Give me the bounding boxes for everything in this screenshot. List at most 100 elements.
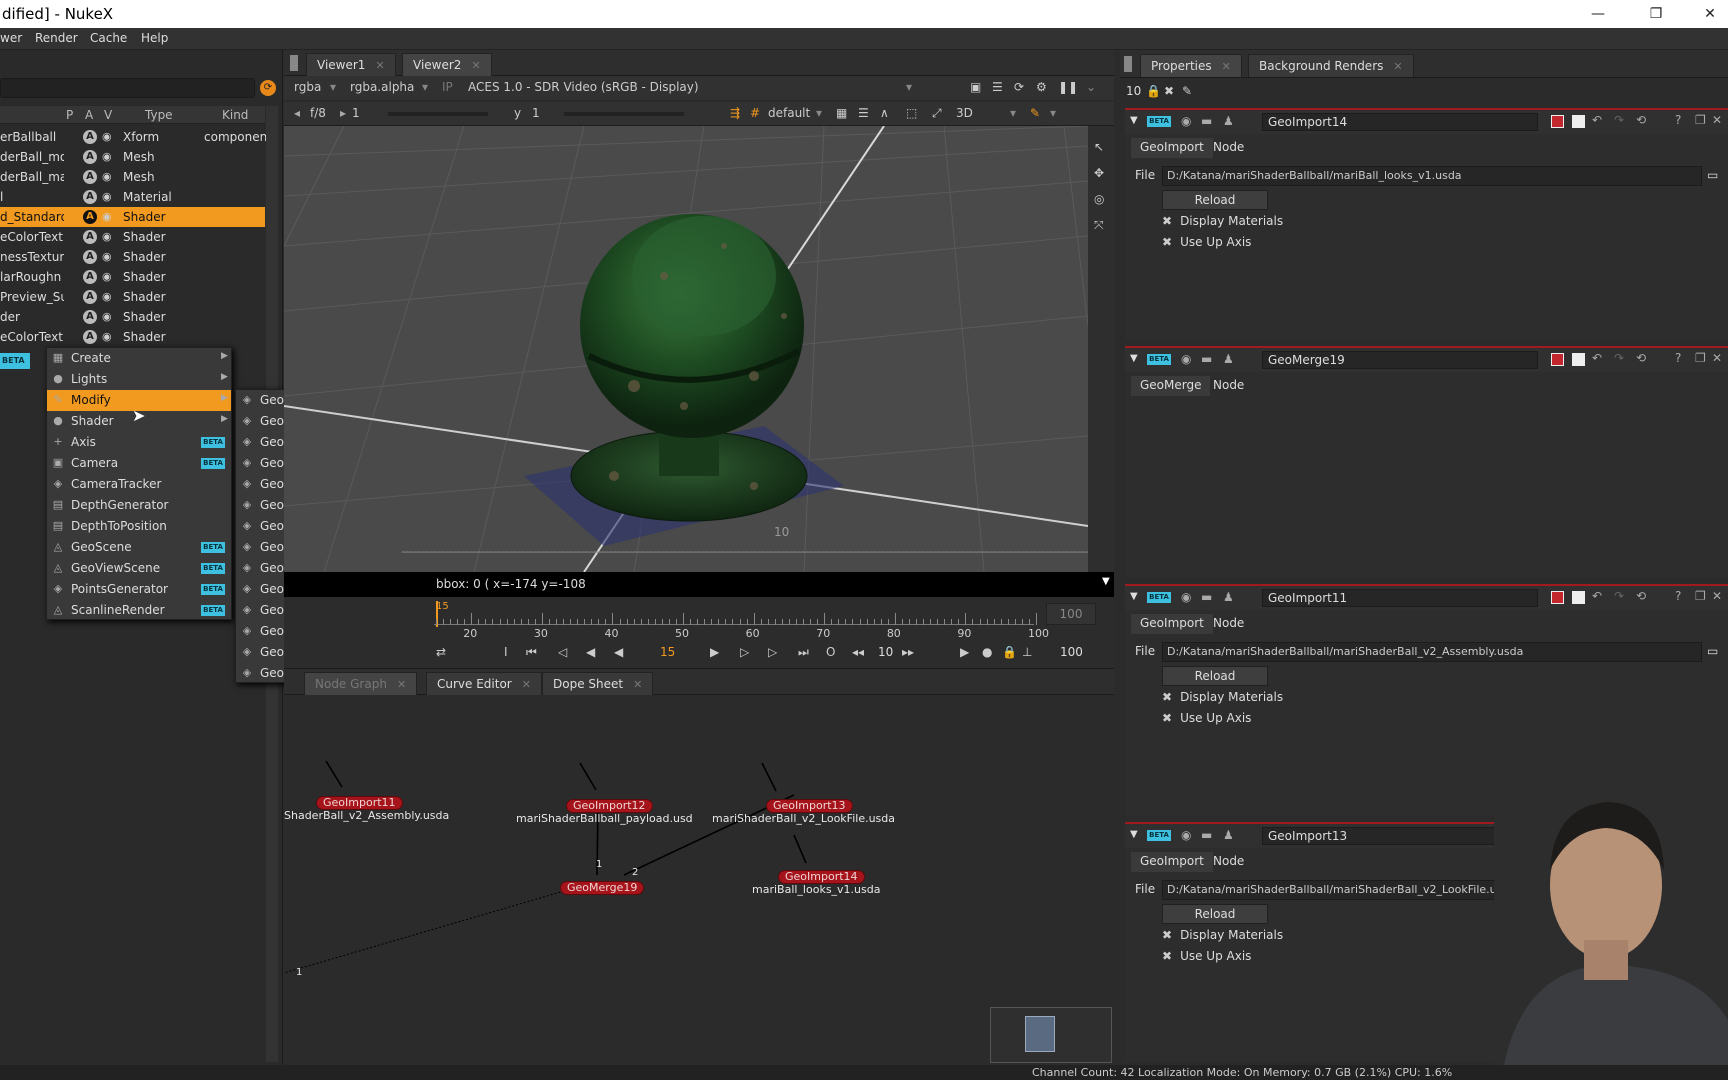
panel-tab-main[interactable]: GeoMerge bbox=[1131, 376, 1211, 396]
visibility-eye-icon[interactable]: ◉ bbox=[102, 290, 118, 304]
out-point-field[interactable]: 100 bbox=[1060, 645, 1083, 659]
context-menu-item-depthtoposition[interactable]: ▤ DepthToPosition bbox=[47, 516, 231, 537]
ip-toggle[interactable]: IP bbox=[442, 80, 453, 94]
step-field[interactable]: 10 bbox=[878, 645, 893, 659]
col-a[interactable]: A bbox=[85, 108, 93, 122]
settings-icon[interactable]: ⚙ bbox=[1036, 80, 1047, 94]
menu-cache[interactable]: Cache bbox=[90, 31, 127, 45]
close-panel-icon[interactable]: ✕ bbox=[1712, 113, 1722, 127]
clear-panels-icon[interactable]: ✖ bbox=[1164, 84, 1174, 98]
gamma-value[interactable]: 1 bbox=[532, 106, 540, 120]
redo-icon[interactable]: ↷ bbox=[1614, 113, 1624, 127]
visibility-eye-icon[interactable]: ◉ bbox=[102, 310, 118, 324]
col-type[interactable]: Type bbox=[145, 108, 173, 122]
tab-node-graph[interactable]: Node Graph ✕ bbox=[304, 672, 418, 695]
scene-search-input[interactable] bbox=[0, 78, 255, 98]
layers-icon[interactable]: ☰ bbox=[858, 106, 869, 120]
view-mode-select[interactable]: 3D bbox=[956, 106, 973, 120]
menu-help[interactable]: Help bbox=[141, 31, 168, 45]
visibility-eye-icon[interactable]: ◉ bbox=[102, 330, 118, 344]
tab-viewer1[interactable]: Viewer1 ✕ bbox=[306, 53, 396, 76]
node-name-field[interactable]: GeoImport14 bbox=[1262, 113, 1538, 131]
float-icon[interactable]: ❐ bbox=[1695, 589, 1706, 603]
panel-tab-main[interactable]: GeoImport bbox=[1131, 852, 1213, 872]
step-forward-icon[interactable]: ▷ bbox=[740, 645, 749, 659]
tab-properties[interactable]: Properties ✕ bbox=[1140, 54, 1242, 77]
camera-icon[interactable]: ▦ bbox=[836, 106, 847, 120]
disable-node-icon[interactable]: ◉ bbox=[1181, 352, 1191, 366]
node-color-icon[interactable]: ♟ bbox=[1223, 352, 1234, 366]
viewer-icon[interactable]: ▬ bbox=[1201, 590, 1212, 604]
node-name-field[interactable]: GeoMerge19 bbox=[1262, 351, 1538, 369]
panel-tab-node[interactable]: Node bbox=[1204, 614, 1253, 634]
viewer-icon[interactable]: ▬ bbox=[1201, 828, 1212, 842]
close-panel-icon[interactable]: ✕ bbox=[1712, 351, 1722, 365]
refresh-icon[interactable]: ⟳ bbox=[1014, 80, 1024, 94]
file-path-input[interactable]: D:/Katana/mariShaderBallball/mariBall_lo… bbox=[1162, 166, 1702, 186]
goto-start-icon[interactable]: ⏮ bbox=[526, 645, 537, 660]
gamma-slider[interactable] bbox=[564, 112, 684, 116]
col-p[interactable]: P bbox=[66, 108, 73, 122]
tile-color-button[interactable] bbox=[1551, 591, 1564, 604]
display-materials-checkbox[interactable]: ✖ Display Materials bbox=[1162, 928, 1283, 942]
node-color-icon[interactable]: ♟ bbox=[1223, 590, 1234, 604]
file-browse-icon[interactable]: ▭ bbox=[1707, 168, 1718, 182]
active-toggle-icon[interactable]: A bbox=[83, 210, 97, 224]
flipbook-icon[interactable]: ▶ bbox=[960, 645, 969, 659]
active-toggle-icon[interactable]: A bbox=[83, 190, 97, 204]
active-toggle-icon[interactable]: A bbox=[83, 290, 97, 304]
close-window-button[interactable]: ✕ bbox=[1690, 0, 1728, 28]
colorspace-select[interactable]: ACES 1.0 - SDR Video (sRGB - Display) bbox=[468, 80, 699, 94]
max-panels-field[interactable]: 10 bbox=[1126, 84, 1141, 98]
maximize-button[interactable]: ❐ bbox=[1636, 0, 1676, 28]
table-row[interactable]: derBall_mo A ◉ Mesh bbox=[0, 147, 265, 167]
visibility-eye-icon[interactable]: ◉ bbox=[102, 270, 118, 284]
node-geoimport12[interactable]: GeoImport12 bbox=[566, 799, 653, 813]
context-menu-item-create[interactable]: ▦ Create ▶ bbox=[47, 348, 231, 369]
viewer-icon[interactable]: ▬ bbox=[1201, 114, 1212, 128]
collapse-arrow-icon[interactable]: ▼ bbox=[1130, 829, 1138, 840]
tab-background-renders[interactable]: Background Renders ✕ bbox=[1248, 54, 1414, 77]
file-path-input[interactable]: D:/Katana/mariShaderBallball/mariShaderB… bbox=[1162, 642, 1702, 662]
revert-icon[interactable]: ⟲ bbox=[1636, 351, 1646, 365]
node-name-field[interactable]: GeoImport11 bbox=[1262, 589, 1538, 607]
context-menu-item-cameratracker[interactable]: ◈ CameraTracker bbox=[47, 474, 231, 495]
context-menu-item-pointsgenerator[interactable]: ◈ PointsGenerator BETA bbox=[47, 579, 231, 600]
grid-icon[interactable]: # bbox=[750, 106, 760, 120]
collapse-arrow-icon[interactable]: ▼ bbox=[1130, 115, 1138, 126]
context-menu-item-depthgenerator[interactable]: ▤ DepthGenerator bbox=[47, 495, 231, 516]
display-materials-checkbox[interactable]: ✖ Display Materials bbox=[1162, 214, 1283, 228]
table-row[interactable]: erBallball A ◉ Xform component bbox=[0, 127, 266, 147]
lut-select[interactable]: default bbox=[768, 106, 810, 120]
visibility-eye-icon[interactable]: ◉ bbox=[102, 170, 118, 184]
table-row[interactable]: der A ◉ Shader bbox=[0, 307, 265, 327]
out-point-icon[interactable]: O bbox=[826, 645, 835, 659]
reload-button[interactable]: Reload bbox=[1162, 904, 1268, 924]
paint-icon[interactable]: ✎ bbox=[1030, 106, 1040, 120]
panel-grip-icon[interactable] bbox=[290, 55, 298, 71]
node-geomerge19[interactable]: GeoMerge19 bbox=[560, 881, 645, 895]
active-toggle-icon[interactable]: A bbox=[83, 230, 97, 244]
font-color-button[interactable] bbox=[1572, 115, 1585, 128]
help-icon[interactable]: ? bbox=[1675, 113, 1681, 127]
lock-icon[interactable]: 🔒 bbox=[1146, 84, 1161, 98]
float-icon[interactable]: ❐ bbox=[1695, 351, 1706, 365]
context-menu-item-axis[interactable]: + Axis BETA bbox=[47, 432, 231, 453]
clip-warning-icon[interactable]: ⇶ bbox=[730, 106, 740, 120]
undo-icon[interactable]: ↶ bbox=[1592, 113, 1602, 127]
table-row[interactable]: derBall_ma A ◉ Mesh bbox=[0, 167, 265, 187]
font-color-button[interactable] bbox=[1572, 353, 1585, 366]
use-up-axis-checkbox[interactable]: ✖ Use Up Axis bbox=[1162, 949, 1251, 963]
use-up-axis-checkbox[interactable]: ✖ Use Up Axis bbox=[1162, 235, 1251, 249]
scale-tool-icon[interactable]: ⤧ bbox=[1094, 218, 1104, 233]
play-forward-icon[interactable]: ▶ bbox=[710, 645, 719, 659]
roi-icon[interactable]: ⬚ bbox=[906, 106, 917, 120]
visibility-eye-icon[interactable]: ◉ bbox=[102, 130, 118, 144]
play-back-icon[interactable]: ◀ bbox=[614, 645, 623, 659]
redo-icon[interactable]: ↷ bbox=[1614, 589, 1624, 603]
disable-node-icon[interactable]: ◉ bbox=[1181, 590, 1191, 604]
prev-key-icon[interactable]: ◁ bbox=[558, 645, 567, 659]
panel-tab-main[interactable]: GeoImport bbox=[1131, 614, 1213, 634]
filter-icon[interactable]: ⟳ bbox=[260, 80, 276, 96]
help-icon[interactable]: ? bbox=[1675, 351, 1681, 365]
